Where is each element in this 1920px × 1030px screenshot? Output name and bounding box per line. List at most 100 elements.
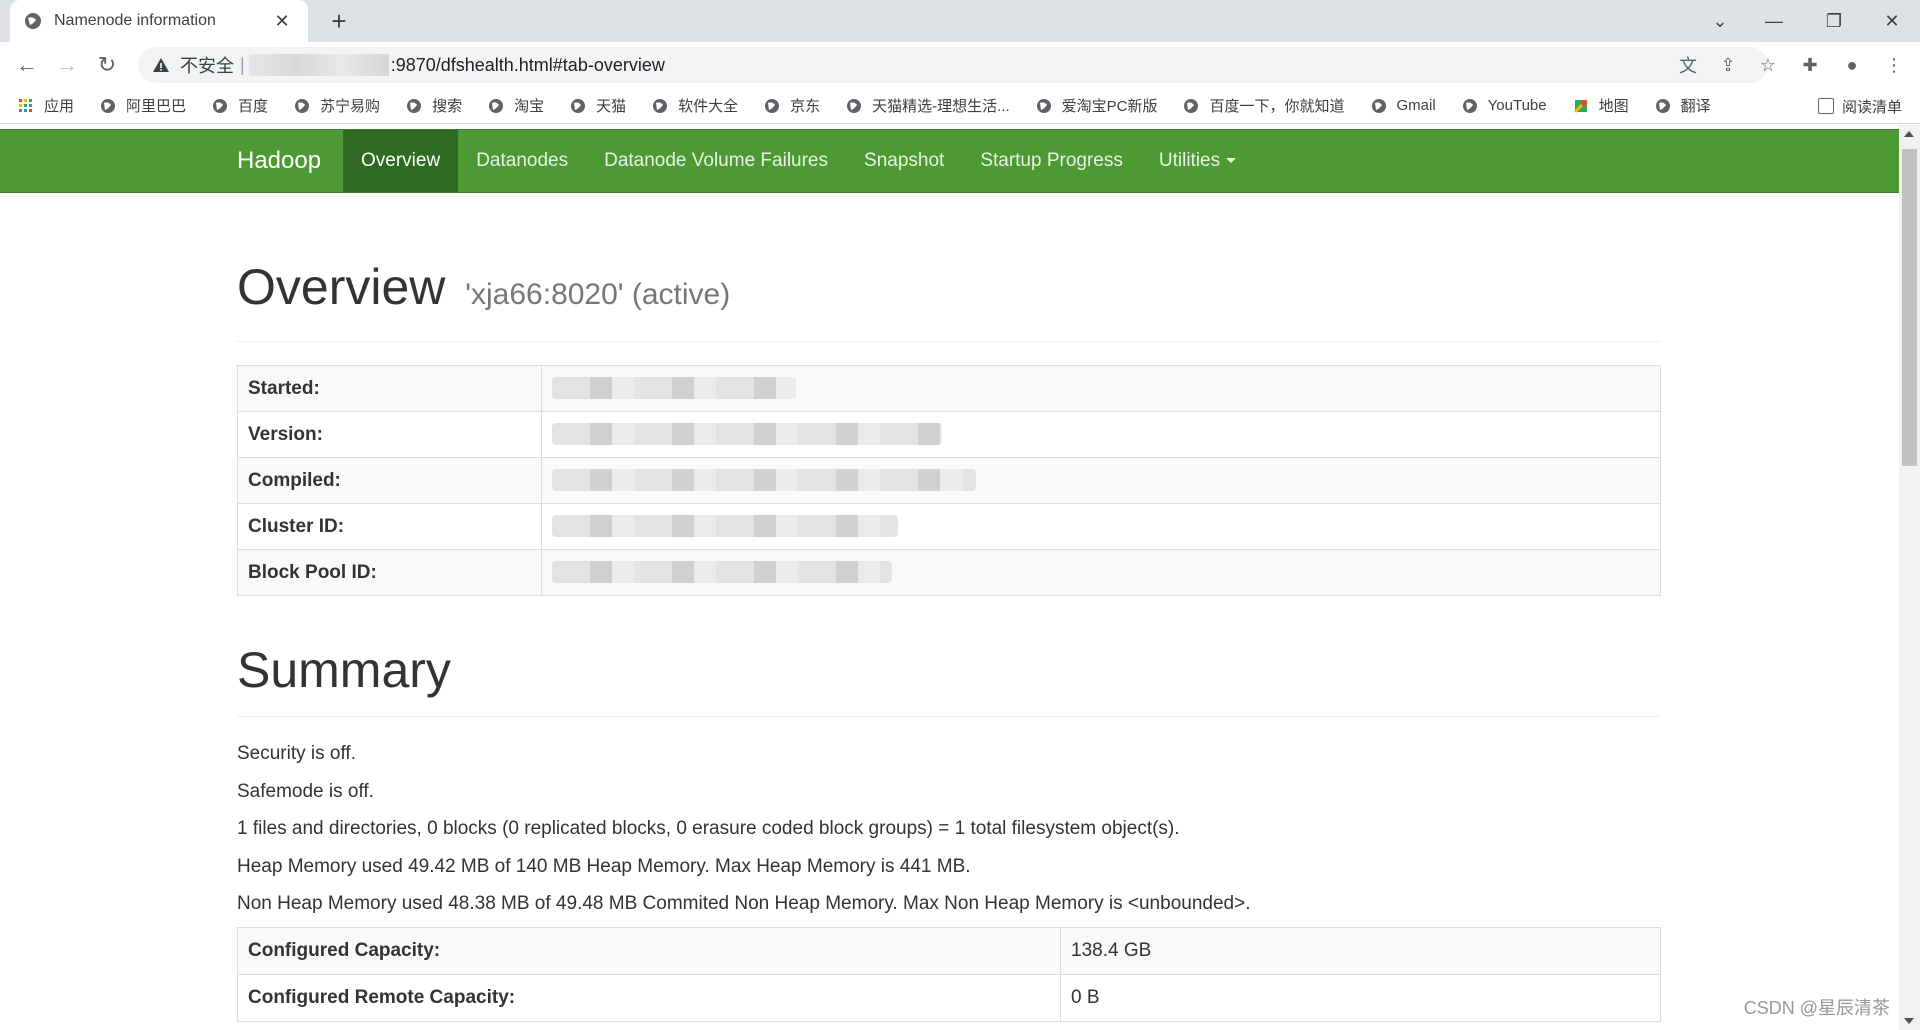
reading-list[interactable]: 阅读清单 <box>1817 88 1902 124</box>
brand-logo[interactable]: Hadoop <box>237 130 321 192</box>
globe-icon <box>213 98 228 113</box>
bookmark-item[interactable]: 天猫 <box>570 95 626 116</box>
menu-icon[interactable]: ⋮ <box>1876 50 1912 80</box>
close-window-button[interactable]: ✕ <box>1864 0 1920 42</box>
nav-startup-progress[interactable]: Startup Progress <box>962 130 1141 192</box>
table-row: Block Pool ID: <box>237 549 1661 596</box>
minimize-button[interactable]: — <box>1746 0 1802 42</box>
nav-datanode-volume-failures[interactable]: Datanode Volume Failures <box>586 130 846 192</box>
bookmark-item[interactable]: 软件大全 <box>652 95 738 116</box>
table-row: Compiled: <box>237 457 1661 504</box>
apps-grid-icon <box>19 98 32 112</box>
tab-search-icon[interactable]: ⌄ <box>1692 0 1748 42</box>
bookmark-label: 天猫 <box>596 98 627 115</box>
forward-arrow-icon[interactable]: → <box>52 50 82 80</box>
bookmark-label: Gmail <box>1396 97 1436 114</box>
bookmark-label: YouTube <box>1487 97 1547 114</box>
scroll-thumb[interactable] <box>1902 149 1917 466</box>
reading-list-label: 阅读清单 <box>1841 98 1902 116</box>
table-row: Configured Remote Capacity: 0 B <box>237 973 1661 1022</box>
nav-utilities-label: Utilities <box>1158 150 1221 171</box>
nav-utilities[interactable]: Utilities <box>1141 130 1254 192</box>
reload-icon[interactable]: ↻ <box>92 50 122 80</box>
omnibox-actions: 文 ⇪ ☆ <box>1668 50 1788 80</box>
overview-subtitle: 'xja66:8020' (active) <box>465 278 731 311</box>
back-arrow-icon[interactable]: ← <box>12 50 42 80</box>
nav-snapshot[interactable]: Snapshot <box>846 130 962 192</box>
tab-strip: Namenode information ✕ + ⌄ — ❐ ✕ <box>0 0 1920 42</box>
bookmark-label: 京东 <box>790 98 821 115</box>
divider <box>237 716 1661 717</box>
safemode-status: Safemode is off. <box>237 780 374 802</box>
bookmark-item[interactable]: YouTube <box>1462 97 1547 114</box>
globe-icon <box>653 98 668 113</box>
nav-overview[interactable]: Overview <box>343 130 459 192</box>
globe-icon <box>571 98 586 113</box>
row-label: Block Pool ID: <box>237 549 542 596</box>
bookmark-item[interactable]: 淘宝 <box>488 95 544 116</box>
redacted-value <box>552 423 942 446</box>
redacted-host <box>248 54 389 76</box>
redacted-value <box>552 515 898 538</box>
row-label: Version: <box>237 411 542 458</box>
translate-icon[interactable]: 文 <box>1668 50 1708 80</box>
insecure-label: 不安全 <box>180 56 234 76</box>
bookmark-item[interactable]: Gmail <box>1371 97 1436 114</box>
summary-heading: Summary <box>237 642 451 698</box>
extensions-icon[interactable]: ✚ <box>1792 50 1828 80</box>
new-tab-button[interactable]: + <box>324 6 354 36</box>
close-tab-icon[interactable]: ✕ <box>270 11 294 32</box>
main-container: Overview 'xja66:8020' (active) Started: … <box>237 193 1661 1022</box>
globe-icon <box>1371 98 1386 113</box>
filesystem-objects: 1 files and directories, 0 blocks (0 rep… <box>237 818 1180 839</box>
bookmark-label: 苏宁易购 <box>320 98 381 115</box>
bookmark-label: 地图 <box>1598 98 1629 115</box>
bookmark-item[interactable]: 翻译 <box>1655 95 1711 116</box>
redacted-value <box>552 377 796 400</box>
row-value-redacted <box>541 503 1661 550</box>
profile-icon[interactable]: ● <box>1834 50 1870 80</box>
row-label: Configured Capacity: <box>237 926 1061 975</box>
url-text: :9870/dfshealth.html#tab-overview <box>390 54 665 75</box>
page-viewport: Hadoop Overview Datanodes Datanode Volum… <box>0 125 1899 1030</box>
bookmark-item[interactable]: 搜索 <box>406 95 462 116</box>
bookmark-item[interactable]: 地图 <box>1573 95 1629 116</box>
bookmark-item[interactable]: 应用 <box>18 95 74 116</box>
bookmark-label: 百度一下，你就知道 <box>1209 98 1345 115</box>
overview-title: Overview <box>237 259 446 315</box>
bookmark-label: 淘宝 <box>514 98 545 115</box>
tab-title: Namenode information <box>54 12 216 29</box>
scroll-up-icon[interactable] <box>1904 131 1914 137</box>
browser-tab[interactable]: Namenode information ✕ <box>10 0 308 42</box>
row-label: Started: <box>237 365 542 412</box>
bookmark-label: 百度 <box>238 98 269 115</box>
redacted-value <box>552 561 892 584</box>
address-bar[interactable]: 不安全 | :9870/dfshealth.html#tab-overview <box>138 47 1768 83</box>
row-value-redacted <box>541 457 1661 504</box>
overview-table: Started: Version: Compiled: Cluster ID: … <box>237 365 1661 596</box>
globe-icon <box>101 98 116 113</box>
bookmark-item[interactable]: 百度一下，你就知道 <box>1183 95 1345 116</box>
browser-toolbar: ← → ↻ 不安全 | :9870/dfshealth.html#tab-ove… <box>0 42 1920 88</box>
non-heap-memory: Non Heap Memory used 48.38 MB of 49.48 M… <box>237 893 1251 914</box>
nav-datanodes[interactable]: Datanodes <box>458 130 586 192</box>
row-label: Compiled: <box>237 457 542 504</box>
bookmark-item[interactable]: 爱淘宝PC新版 <box>1036 95 1157 116</box>
bookmarks-bar: 应用 阿里巴巴 百度 苏宁易购 搜索 淘宝 天猫 软件大全 京东 天猫精选-理想生活... 爱淘宝P… <box>0 88 1920 124</box>
scroll-down-icon[interactable] <box>1904 1018 1914 1024</box>
bookmark-item[interactable]: 天猫精选-理想生活... <box>846 95 1010 116</box>
share-icon[interactable]: ⇪ <box>1708 50 1748 80</box>
row-label: Configured Remote Capacity: <box>237 973 1061 1022</box>
bookmark-label: 搜索 <box>432 98 463 115</box>
bookmark-star-icon[interactable]: ☆ <box>1748 50 1788 80</box>
reading-list-icon <box>1817 98 1834 114</box>
vertical-scrollbar[interactable] <box>1899 125 1920 1030</box>
bookmark-item[interactable]: 阿里巴巴 <box>100 95 186 116</box>
bookmark-item[interactable]: 苏宁易购 <box>294 95 380 116</box>
restore-button[interactable]: ❐ <box>1806 0 1862 42</box>
bookmark-item[interactable]: 京东 <box>764 95 820 116</box>
table-row: Started: <box>237 365 1661 412</box>
bookmark-label: 天猫精选-理想生活... <box>872 98 1010 115</box>
bookmark-item[interactable]: 百度 <box>212 95 268 116</box>
row-value-redacted <box>541 549 1661 596</box>
